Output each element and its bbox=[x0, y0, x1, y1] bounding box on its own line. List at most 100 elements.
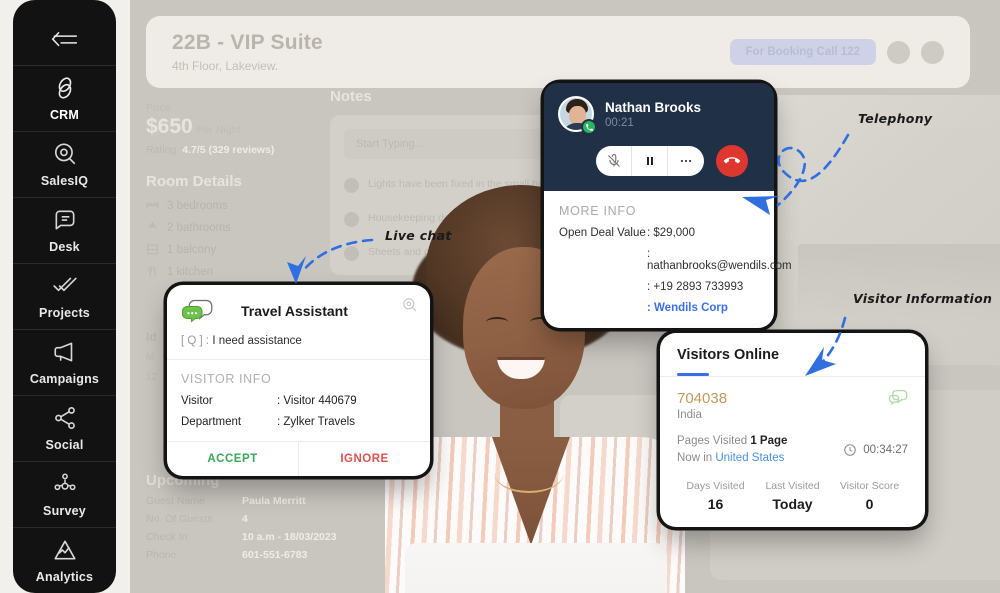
room-detail-item: 1 kitchen bbox=[146, 265, 321, 278]
visitor-info-title: VISITOR INFO bbox=[181, 372, 272, 386]
survey-people-icon bbox=[52, 471, 78, 497]
company-link[interactable]: : Wendils Corp bbox=[647, 302, 728, 314]
sidebar-item-survey[interactable]: Survey bbox=[13, 460, 116, 527]
room-detail-item: 2 bathrooms bbox=[146, 221, 321, 234]
annotation-live-chat: Live chat bbox=[385, 228, 452, 243]
caller-phone[interactable]: : +19 2893 733993 bbox=[647, 281, 743, 293]
stat-item: Visitor Score 0 bbox=[839, 480, 900, 512]
sidebar-item-label: CRM bbox=[49, 107, 80, 122]
screenshot-root: 22B - VIP Suite 4th Floor, Lakeview. For… bbox=[0, 0, 1000, 593]
hangup-button[interactable] bbox=[716, 145, 748, 177]
chat-message-prefix: [ Q ] : bbox=[181, 335, 210, 347]
background-photo-panel bbox=[770, 95, 1000, 365]
telephony-card: Nathan Brooks 00:21 MORE INFO Open Deal … bbox=[544, 83, 792, 328]
chat-bubbles-icon bbox=[181, 299, 213, 323]
ignore-button[interactable]: IGNORE bbox=[299, 442, 430, 476]
campaigns-megaphone-icon bbox=[52, 339, 78, 365]
salesiq-search-icon bbox=[52, 141, 78, 167]
chat-info-row: Visitor : Visitor 440679 bbox=[181, 395, 357, 407]
crm-link-icon bbox=[52, 75, 78, 101]
upcoming-row: Phone 601-551-6783 bbox=[146, 549, 308, 561]
mic-muted-icon bbox=[607, 154, 620, 167]
telephony-more-info: MORE INFO Open Deal Value : $29,000 : na… bbox=[544, 191, 792, 328]
header-avatar-1[interactable] bbox=[887, 40, 910, 64]
social-share-icon bbox=[52, 405, 78, 431]
price-caption: Price bbox=[146, 102, 171, 114]
visitor-stats: Days Visited 16 Last Visited Today Visit… bbox=[677, 480, 908, 512]
stat-item: Last Visited Today bbox=[765, 480, 820, 512]
sidebar-item-label: Projects bbox=[39, 305, 90, 320]
sidebar-item-label: Survey bbox=[43, 503, 86, 518]
price-unit: Per Night bbox=[196, 124, 241, 136]
chat-title: Travel Assistant bbox=[241, 303, 348, 319]
room-title: 22B - VIP Suite bbox=[172, 31, 323, 54]
pause-icon bbox=[646, 157, 653, 165]
phone-active-icon bbox=[581, 119, 597, 135]
desk-headset-icon bbox=[52, 207, 78, 233]
balcony-icon bbox=[147, 244, 158, 255]
laptop bbox=[405, 543, 667, 593]
sidebar-item-label: Social bbox=[45, 437, 84, 452]
salesiq-icon[interactable] bbox=[401, 296, 418, 313]
pages-visited: Pages Visited 1 Page bbox=[677, 435, 788, 447]
mute-button[interactable] bbox=[596, 146, 632, 176]
visitors-title: Visitors Online bbox=[677, 347, 780, 363]
note-avatar bbox=[344, 212, 359, 227]
now-in: Now in United States bbox=[677, 452, 785, 464]
visitors-underline bbox=[677, 373, 709, 376]
sidebar-item-desk[interactable]: Desk bbox=[13, 196, 116, 263]
accept-button[interactable]: ACCEPT bbox=[167, 442, 299, 476]
header-avatar-2[interactable] bbox=[921, 40, 944, 64]
sidebar-item-label: SalesIQ bbox=[40, 173, 89, 188]
shower-icon bbox=[148, 221, 157, 228]
sidebar-item-analytics[interactable]: Analytics bbox=[13, 526, 116, 593]
booking-call-pill[interactable]: For Booking Call 122 bbox=[729, 39, 876, 65]
telephony-row: : nathanbrooks@wendils.com bbox=[559, 248, 792, 272]
sidebar-item-projects[interactable]: Projects bbox=[13, 262, 116, 329]
price-value: $650 bbox=[146, 115, 193, 138]
chat-actions: ACCEPT IGNORE bbox=[167, 441, 430, 476]
sidebar-item-social[interactable]: Social bbox=[13, 394, 116, 461]
telephony-row: : +19 2893 733993 bbox=[559, 281, 759, 293]
room-detail-item: 1 balcony bbox=[146, 243, 321, 256]
sidebar-item-label: Desk bbox=[49, 239, 80, 254]
upcoming-row: Guest Name Paula Merritt bbox=[146, 495, 306, 507]
telephony-row: Open Deal Value : $29,000 bbox=[559, 227, 695, 239]
projects-check-icon bbox=[52, 273, 78, 299]
room-details-title: Room Details bbox=[146, 173, 242, 190]
call-timer: 00:21 bbox=[605, 116, 634, 129]
chat-info-row: Department : Zylker Travels bbox=[181, 416, 355, 428]
sidebar-item-label: Analytics bbox=[35, 569, 94, 584]
sidebar: CRM SalesIQ Desk Projects Campaigns Soci… bbox=[13, 0, 116, 593]
visitor-country: India bbox=[677, 409, 702, 421]
caller-name: Nathan Brooks bbox=[605, 99, 702, 115]
caller-email[interactable]: : nathanbrooks@wendils.com bbox=[647, 248, 792, 272]
room-subtitle: 4th Floor, Lakeview. bbox=[172, 59, 279, 73]
upcoming-row: No. Of Guests 4 bbox=[146, 513, 248, 525]
visitor-id[interactable]: 704038 bbox=[677, 390, 908, 407]
pause-button[interactable] bbox=[632, 146, 668, 176]
room-detail-item: 3 bedrooms bbox=[146, 199, 321, 212]
live-chat-card: Travel Assistant [ Q ] : I need assistan… bbox=[167, 285, 430, 476]
phone-hangup-icon bbox=[723, 157, 741, 164]
more-button[interactable] bbox=[668, 146, 704, 176]
rating-value: 4.7/5 (329 reviews) bbox=[182, 144, 275, 156]
sidebar-item-crm[interactable]: CRM bbox=[13, 64, 116, 131]
stat-item: Days Visited 16 bbox=[686, 480, 745, 512]
chat-bubble-icon[interactable] bbox=[888, 389, 909, 407]
chat-header: Travel Assistant bbox=[167, 285, 430, 335]
sidebar-collapse-button[interactable] bbox=[13, 14, 116, 65]
cutlery-icon bbox=[148, 266, 156, 277]
bed-icon bbox=[146, 202, 159, 209]
rating-label: Rating bbox=[146, 144, 177, 156]
sidebar-item-salesiq[interactable]: SalesIQ bbox=[13, 130, 116, 197]
analytics-chart-icon bbox=[52, 537, 78, 563]
visitors-online-card: Visitors Online 704038 India Pages Visit… bbox=[660, 333, 925, 527]
telephony-row: : Wendils Corp bbox=[559, 302, 759, 314]
room-info-column: Price $650 Per Night Rating 4.7/5 (329 re… bbox=[146, 102, 321, 278]
sidebar-item-campaigns[interactable]: Campaigns bbox=[13, 328, 116, 395]
telephony-header: Nathan Brooks 00:21 bbox=[544, 83, 774, 191]
now-in-location-link[interactable]: United States bbox=[715, 452, 784, 464]
sidebar-item-label: Campaigns bbox=[29, 371, 100, 386]
note-avatar bbox=[344, 246, 359, 261]
